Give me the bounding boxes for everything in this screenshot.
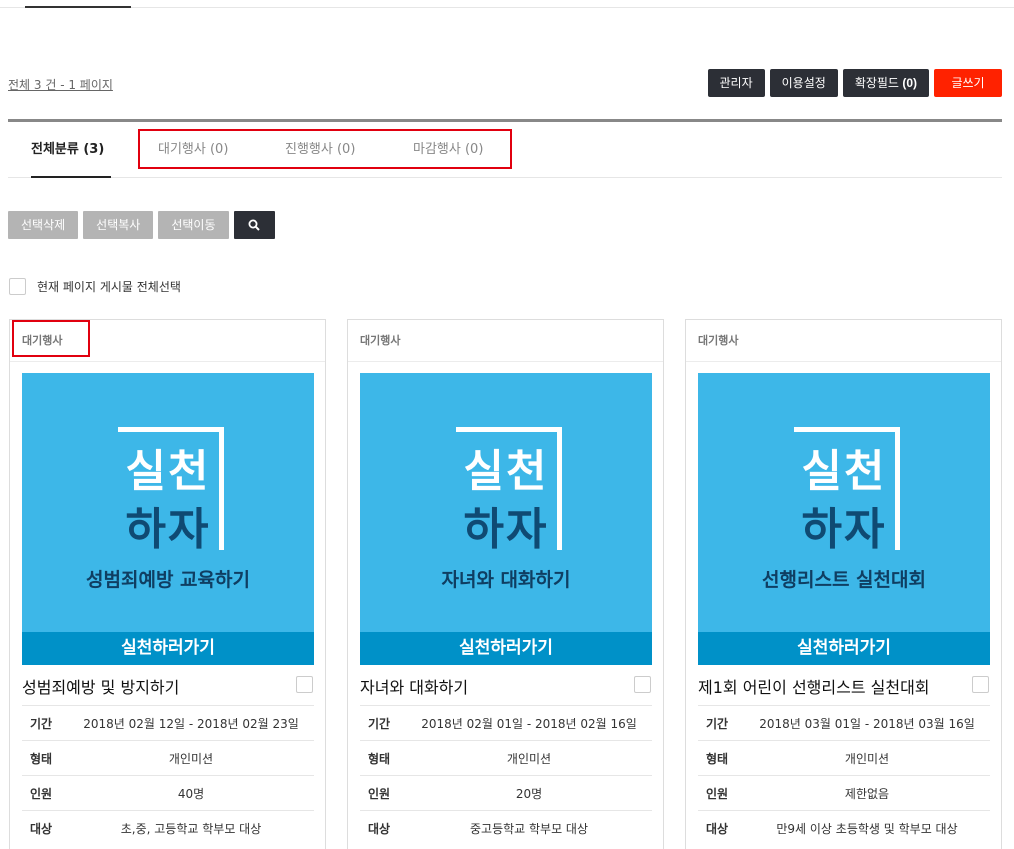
card-title[interactable]: 자녀와 대화하기 [360,674,468,698]
card-status: 대기행사 [348,320,663,362]
type-label: 형태 [368,751,391,766]
target-value: 초,중, 고등학교 학부모 대상 [120,821,262,836]
select-delete-button[interactable]: 선택삭제 [8,211,79,239]
card-thumbnail[interactable]: 실천 하자 선행리스트 실천대회 실천하러가기 [698,373,990,665]
people-value: 제한없음 [844,786,890,801]
selection-actions: 선택삭제 선택복사 선택이동 [8,211,275,239]
type-value: 개인미션 [844,751,890,766]
info-row-target: 대상 만9세 이상 초등학생 및 학부모 대상 [698,810,990,845]
target-value: 중고등학교 학부모 대상 [469,821,589,836]
target-label: 대상 [368,821,391,836]
thumb-text-line1: 실천 [463,446,549,497]
thumb-text-line2: 하자 [125,504,211,555]
info-row-period: 기간 2018년 02월 01일 - 2018년 02월 16일 [360,705,652,740]
target-value: 만9세 이상 초등학생 및 학부모 대상 [776,821,958,836]
info-row-people: 인원 40명 [22,775,314,810]
target-label: 대상 [30,821,53,836]
tabs-highlight-box [138,129,512,169]
thumb-text-line2: 하자 [801,504,887,555]
thumb-text-line1: 실천 [125,446,211,497]
type-value: 개인미션 [168,751,214,766]
period-label: 기간 [30,716,53,731]
thumb-text-line1: 실천 [801,446,887,497]
card-title[interactable]: 제1회 어린이 선행리스트 실천대회 [698,674,930,698]
top-divider [0,7,1014,8]
event-card: 대기행사 실천 하자 선행리스트 실천대회 실천하러가기 제1회 어린이 선행리… [685,319,1002,849]
period-value: 2018년 02월 01일 - 2018년 02월 16일 [421,716,637,731]
select-all-checkbox[interactable] [9,278,26,295]
info-row-target: 대상 중고등학교 학부모 대상 [360,810,652,845]
info-row-people: 인원 제한없음 [698,775,990,810]
card-status: 대기행사 [686,320,1001,362]
period-label: 기간 [368,716,391,731]
select-all-label: 현재 페이지 게시물 전체선택 [37,280,181,294]
count-info[interactable]: 전체 3 건 - 1 페이지 [8,76,113,93]
type-label: 형태 [30,751,53,766]
top-tab-indicator [25,6,131,8]
ext-field-button[interactable]: 확장필드 (0) [842,69,929,97]
thumb-text-line2: 하자 [463,504,549,555]
select-copy-button[interactable]: 선택복사 [83,211,154,239]
write-button[interactable]: 글쓰기 [934,69,1002,97]
card-checkbox[interactable] [634,676,651,693]
ext-field-label: 확장필드 [854,76,899,90]
info-row-period: 기간 2018년 03월 01일 - 2018년 03월 16일 [698,705,990,740]
tab-all[interactable]: 전체분류 (3) [31,122,111,178]
people-label: 인원 [368,786,391,801]
people-value: 40명 [177,786,205,801]
search-icon [248,219,260,231]
event-card: 대기행사 실천 하자 성범죄예방 교육하기 실천하러가기 성범죄예방 및 방지하… [9,319,326,849]
admin-button[interactable]: 관리자 [707,69,765,97]
status-highlight-box [12,320,90,357]
info-row-people: 인원 20명 [360,775,652,810]
type-value: 개인미션 [506,751,552,766]
select-all-row: 현재 페이지 게시물 전체선택 [9,278,181,295]
period-value: 2018년 03월 01일 - 2018년 03월 16일 [759,716,975,731]
card-checkbox[interactable] [296,676,313,693]
card-info-table: 기간 2018년 03월 01일 - 2018년 03월 16일 형태 개인미션… [698,705,990,845]
admin-toolbar: 관리자 이용설정 확장필드 (0) 글쓰기 [707,69,1002,97]
thumb-subtitle: 자녀와 대화하기 [441,569,571,591]
info-row-target: 대상 초,중, 고등학교 학부모 대상 [22,810,314,845]
info-row-period: 기간 2018년 02월 12일 - 2018년 02월 23일 [22,705,314,740]
card-thumbnail[interactable]: 실천 하자 자녀와 대화하기 실천하러가기 [360,373,652,665]
card-info-table: 기간 2018년 02월 01일 - 2018년 02월 16일 형태 개인미션… [360,705,652,845]
event-card: 대기행사 실천 하자 자녀와 대화하기 실천하러가기 자녀와 대화하기 기간 2… [347,319,664,849]
thumb-subtitle: 선행리스트 실천대회 [762,569,926,591]
thumb-go-bar: 실천하러가기 [360,632,652,665]
card-checkbox[interactable] [972,676,989,693]
period-value: 2018년 02월 12일 - 2018년 02월 23일 [83,716,299,731]
people-value: 20명 [515,786,543,801]
info-row-type: 형태 개인미션 [698,740,990,775]
ext-field-count: (0) [902,76,917,90]
thumb-subtitle: 성범죄예방 교육하기 [86,569,250,591]
select-move-button[interactable]: 선택이동 [158,211,229,239]
type-label: 형태 [706,751,729,766]
thumb-go-bar: 실천하러가기 [22,632,314,665]
info-row-type: 형태 개인미션 [360,740,652,775]
people-label: 인원 [30,786,53,801]
settings-button[interactable]: 이용설정 [769,69,838,97]
info-row-type: 형태 개인미션 [22,740,314,775]
card-thumbnail[interactable]: 실천 하자 성범죄예방 교육하기 실천하러가기 [22,373,314,665]
thumb-go-bar: 실천하러가기 [698,632,990,665]
people-label: 인원 [706,786,729,801]
search-button[interactable] [233,211,275,239]
target-label: 대상 [706,821,729,836]
card-title[interactable]: 성범죄예방 및 방지하기 [22,674,179,698]
card-info-table: 기간 2018년 02월 12일 - 2018년 02월 23일 형태 개인미션… [22,705,314,845]
period-label: 기간 [706,716,729,731]
